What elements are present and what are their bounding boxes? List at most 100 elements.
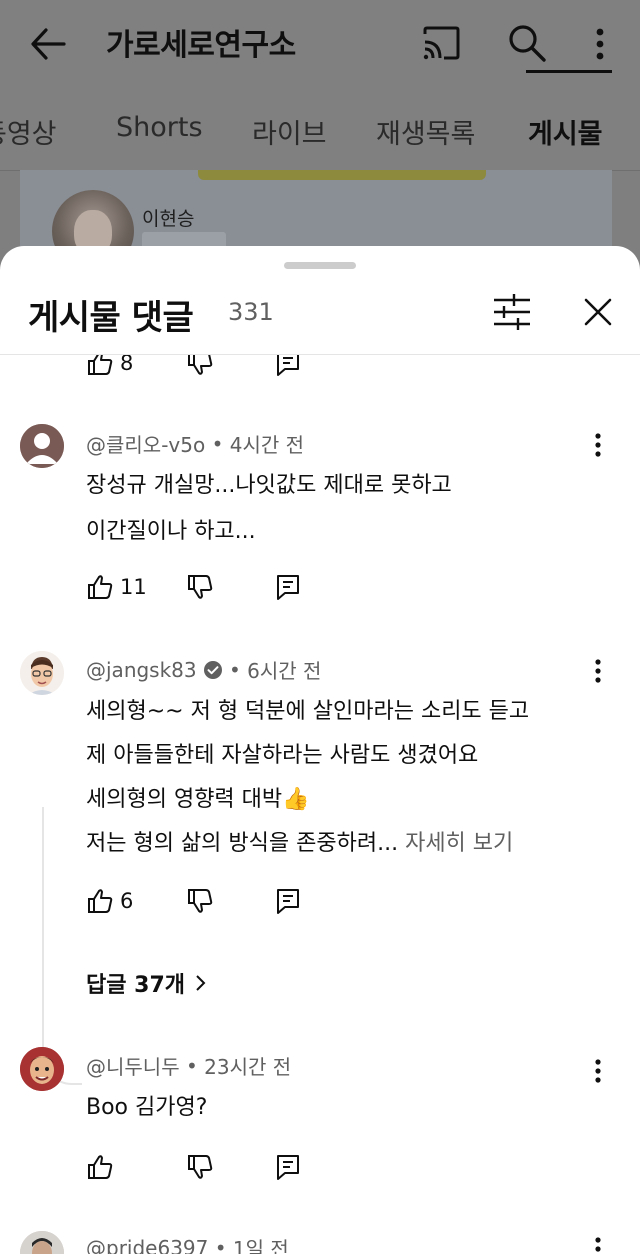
comments-list: 8 @클리오-v5o • 4시간 전 장성규 개실망...나잇값도 제대로 못하… [0, 355, 640, 1254]
reply-button[interactable] [274, 1147, 314, 1187]
thumb-up-icon [88, 889, 113, 913]
verified-icon [203, 660, 222, 679]
reply-button[interactable] [274, 881, 314, 921]
comment-menu-button[interactable] [586, 425, 610, 465]
reply-icon [277, 355, 299, 376]
like-button[interactable]: 11 [86, 567, 156, 607]
like-count: 8 [120, 355, 134, 375]
photo-avatar-icon [20, 1231, 64, 1254]
comment-avatar[interactable] [20, 424, 64, 468]
meta-separator: • [208, 1235, 233, 1254]
comment-author[interactable]: @jangsk83 [86, 658, 197, 682]
like-count: 6 [120, 889, 134, 913]
thumb-down-icon [188, 1155, 213, 1179]
more-button[interactable] [588, 24, 612, 64]
chevron-right-icon [196, 975, 206, 991]
meta-separator: • [205, 431, 230, 456]
memoji-avatar-icon [20, 1047, 64, 1091]
like-button[interactable]: 6 [86, 881, 156, 921]
reply-icon [277, 1155, 299, 1180]
comments-sheet: 게시물 댓글 331 8 @클리오-v5o • 4시간 전 장성규 개실망...… [0, 246, 640, 1254]
comment-author[interactable]: @pride6397 [86, 1236, 208, 1254]
like-count: 11 [120, 575, 147, 599]
post-card-banner [198, 170, 486, 180]
comment-author[interactable]: @클리오-v5o [86, 429, 205, 458]
like-button[interactable] [86, 1147, 156, 1187]
more-vert-icon [595, 1059, 601, 1083]
comment-author[interactable]: @니두니두 [86, 1051, 180, 1080]
reply-icon [277, 889, 299, 914]
view-replies-button[interactable]: 답글 37개 [86, 967, 207, 999]
thumb-up-icon [88, 355, 113, 375]
post-author-name: 이현승 [142, 208, 195, 230]
dislike-button[interactable] [186, 567, 226, 607]
comment-text: 세의형~~ 저 형 덕분에 살인마라는 소리도 듣고 [86, 699, 530, 724]
comment-menu-button[interactable] [586, 1229, 610, 1254]
channel-tabs: 동영상 Shorts 라이브 재생목록 게시물 [0, 96, 640, 166]
comment-text: 세의형의 영향력 대박👍 [86, 787, 310, 812]
search-button[interactable] [506, 22, 548, 64]
dislike-button[interactable] [186, 355, 226, 383]
reply-icon [277, 575, 299, 600]
comment-text: 저는 형의 삶의 방식을 존중하려... [86, 831, 399, 856]
more-vert-icon [595, 659, 601, 683]
meta-separator: • [222, 657, 248, 682]
tab-videos[interactable]: 동영상 [0, 112, 57, 151]
drag-handle[interactable] [284, 262, 356, 269]
sheet-title: 게시물 댓글 [28, 298, 194, 338]
comment-avatar[interactable] [20, 1231, 64, 1254]
read-more-link[interactable]: 자세히 보기 [405, 831, 513, 856]
close-button[interactable] [576, 288, 620, 336]
channel-title: 가로세로연구소 [106, 28, 296, 63]
tab-playlists[interactable]: 재생목록 [376, 112, 475, 151]
tab-shorts[interactable]: Shorts [116, 112, 203, 143]
comment-time: 1일 전 [232, 1237, 289, 1254]
comment-time: 4시간 전 [229, 433, 305, 457]
dislike-button[interactable] [186, 881, 226, 921]
default-avatar-icon [20, 424, 64, 468]
cartoon-avatar-icon [20, 651, 64, 695]
comment-time: 6시간 전 [247, 659, 322, 683]
comment-avatar[interactable] [20, 651, 64, 695]
sliders-icon [494, 294, 530, 330]
comment-meta: @pride6397 • 1일 전 [86, 1233, 289, 1254]
thumb-down-icon [188, 575, 213, 599]
back-button[interactable] [28, 26, 68, 62]
reply-button[interactable] [274, 567, 314, 607]
cast-icon [423, 26, 460, 60]
comment-menu-button[interactable] [586, 651, 610, 691]
comment-meta: @니두니두 • 23시간 전 [86, 1051, 291, 1080]
tab-posts[interactable]: 게시물 [528, 112, 603, 151]
sort-filter-button[interactable] [488, 288, 536, 336]
reply-button[interactable] [274, 355, 314, 383]
comment-text-last: 저는 형의 삶의 방식을 존중하려... 자세히 보기 [86, 825, 513, 857]
comment-count: 331 [228, 298, 274, 326]
active-tab-indicator [526, 70, 612, 73]
comment-text: 장성규 개실망...나잇값도 제대로 못하고 [86, 473, 452, 498]
like-button[interactable]: 8 [86, 355, 156, 383]
more-vert-icon [595, 433, 601, 457]
comment-text: 제 아들들한테 자살하라는 사람도 생겼어요 [86, 743, 479, 768]
replies-label: 답글 37개 [86, 973, 185, 998]
comment-meta: @jangsk83 • 6시간 전 [86, 655, 321, 684]
comment-text: Boo 김가영? [86, 1095, 208, 1120]
comment-text: 이간질이나 하고... [86, 519, 256, 544]
dislike-button[interactable] [186, 1147, 226, 1187]
comment-meta: @클리오-v5o • 4시간 전 [86, 429, 304, 458]
thread-connector [42, 807, 82, 1085]
comment-time: 23시간 전 [204, 1055, 292, 1079]
arrow-left-icon [31, 28, 66, 60]
search-icon [509, 25, 546, 62]
cast-button[interactable] [420, 24, 462, 64]
tab-live[interactable]: 라이브 [252, 112, 327, 151]
close-icon [584, 298, 612, 326]
thumb-up-icon [88, 1155, 113, 1179]
more-vert-icon [596, 28, 604, 60]
thumb-down-icon [188, 889, 213, 913]
thumb-down-icon [188, 355, 213, 375]
more-vert-icon [595, 1237, 601, 1252]
comment-menu-button[interactable] [586, 1051, 610, 1091]
comment-avatar[interactable] [20, 1047, 64, 1091]
thumb-up-icon [88, 575, 113, 599]
meta-separator: • [179, 1053, 205, 1078]
